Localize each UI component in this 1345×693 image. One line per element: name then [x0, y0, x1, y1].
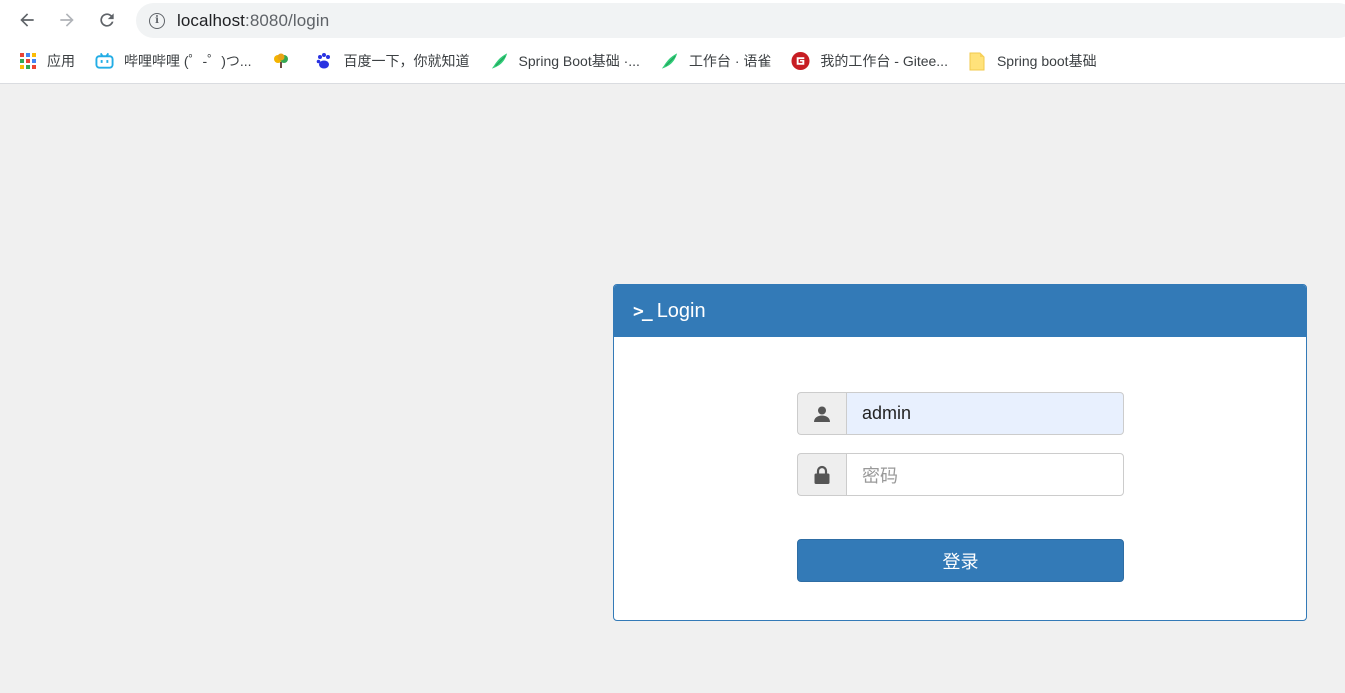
- password-input-group: 密码: [797, 453, 1124, 496]
- terminal-icon: >_: [633, 300, 653, 322]
- browser-chrome: i localhost:8080/login 应用 哔哩哔哩 (゜-゜)つ...: [0, 0, 1345, 84]
- password-field[interactable]: 密码: [846, 453, 1124, 496]
- baidu-paw-icon: [315, 52, 334, 71]
- forward-arrow-icon: [60, 13, 74, 27]
- back-button[interactable]: [13, 6, 41, 34]
- user-icon: [814, 406, 830, 422]
- tree-icon: [272, 52, 291, 71]
- username-input-group: admin: [797, 392, 1124, 435]
- login-title: Login: [656, 299, 706, 322]
- forward-button[interactable]: [53, 6, 81, 34]
- bilibili-icon: [95, 52, 114, 71]
- gitee-icon: [791, 51, 810, 71]
- bookmark-label: 我的工作台 - Gitee...: [820, 53, 948, 69]
- bookmark-apps[interactable]: 应用: [18, 47, 75, 75]
- bookmark-label: Spring boot基础: [996, 53, 1097, 69]
- bookmark-label: 哔哩哔哩 (゜-゜)つ...: [124, 53, 252, 69]
- yuque-bird-icon: [490, 52, 509, 71]
- site-info-icon[interactable]: i: [149, 12, 165, 29]
- lock-icon: [814, 465, 830, 484]
- apps-grid-icon: [18, 52, 37, 71]
- bookmark-spring-boot-note[interactable]: Spring boot基础: [968, 47, 1097, 75]
- user-addon: [797, 392, 846, 435]
- address-bar[interactable]: i localhost:8080/login: [136, 3, 1345, 38]
- bookmark-label: 工作台 · 语雀: [688, 53, 772, 69]
- folder-note-icon: [968, 52, 987, 71]
- login-panel: >_ Login admin 密码 登录: [613, 284, 1307, 621]
- lock-addon: [797, 453, 846, 496]
- bookmark-label: 应用: [47, 53, 75, 69]
- bookmarks-bar: 应用 哔哩哔哩 (゜-゜)つ... 百度一下，你就知道 Spring Boot基…: [0, 44, 1345, 78]
- reload-button[interactable]: [93, 6, 121, 34]
- yuque-bird-icon: [660, 52, 679, 71]
- bookmark-tree[interactable]: [272, 47, 301, 75]
- back-arrow-icon: [20, 13, 34, 27]
- username-field[interactable]: admin: [846, 392, 1124, 435]
- bookmark-gitee[interactable]: 我的工作台 - Gitee...: [791, 47, 948, 75]
- bookmark-bilibili[interactable]: 哔哩哔哩 (゜-゜)つ...: [95, 47, 252, 75]
- login-panel-heading: >_ Login: [614, 285, 1306, 337]
- bookmark-baidu[interactable]: 百度一下，你就知道: [315, 47, 470, 75]
- address-url: localhost:8080/login: [177, 10, 330, 30]
- bookmark-yuque-workbench[interactable]: 工作台 · 语雀: [660, 47, 771, 75]
- bookmark-label: Spring Boot基础 ·...: [518, 53, 640, 69]
- login-button[interactable]: 登录: [797, 539, 1124, 582]
- reload-icon: [100, 13, 114, 27]
- bookmark-spring-boot-yuque[interactable]: Spring Boot基础 ·...: [490, 47, 640, 75]
- bookmark-label: 百度一下，你就知道: [343, 53, 470, 69]
